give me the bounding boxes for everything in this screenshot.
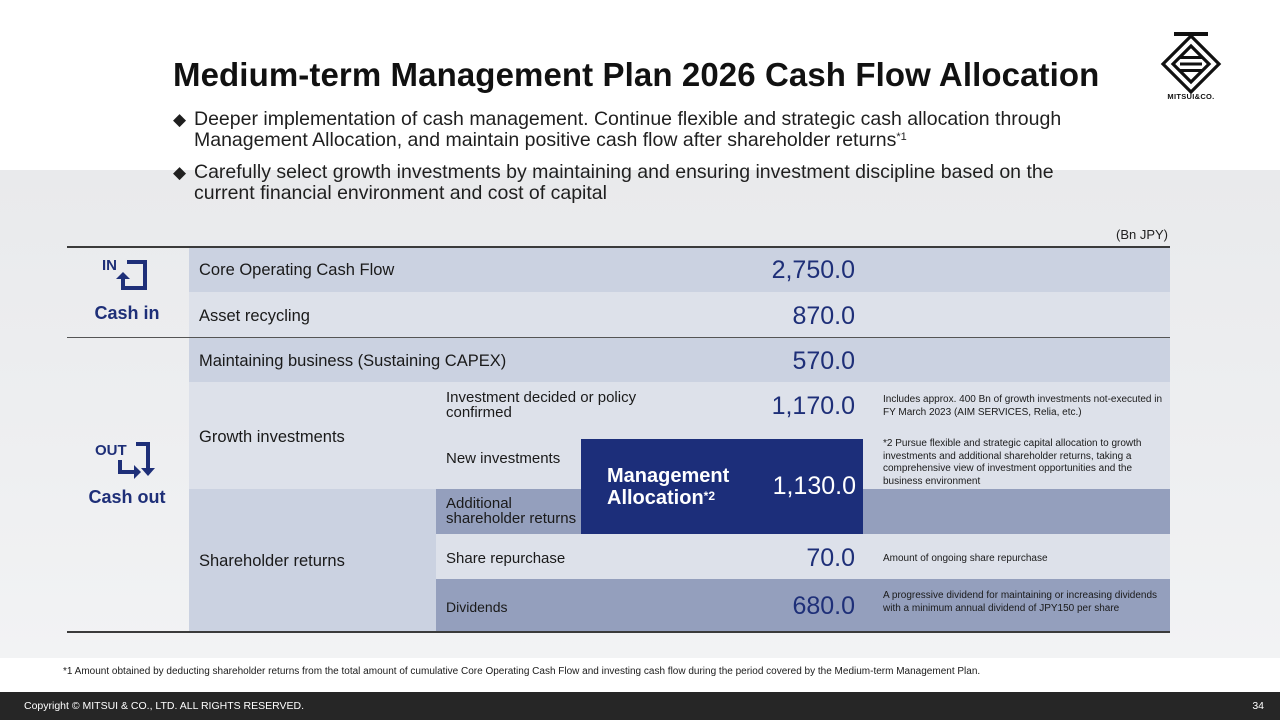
new-investments-label: New investments (446, 450, 561, 467)
footnote-marker: *2 (703, 489, 716, 503)
share-repurchase-note: Amount of ongoing share repurchase (883, 553, 1048, 564)
copyright: Copyright © MITSUI & CO., LTD. ALL RIGHT… (24, 700, 305, 712)
table-bottom-rule (67, 631, 1170, 633)
management-allocation-label: Management Allocation*2 (607, 465, 730, 509)
additional-returns-label: Additional shareholder returns (446, 495, 577, 527)
dividends-note: A progressive dividend for maintaining o… (883, 590, 1158, 614)
asset-recycling-label: Asset recycling (199, 307, 310, 325)
diamond-bullet-icon: ◆ (173, 163, 187, 182)
share-repurchase-value: 70.0 (806, 544, 855, 572)
footnote: *1 Amount obtained by deducting sharehol… (63, 666, 981, 677)
page-title: Medium-term Management Plan 2026 Cash Fl… (173, 56, 1100, 93)
investment-decided-note: Includes approx. 400 Bn of growth invest… (883, 394, 1163, 418)
footnote-marker: *1 (896, 131, 907, 143)
maintaining-business-value: 570.0 (792, 347, 855, 375)
core-operating-value: 2,750.0 (771, 256, 855, 284)
cash-in-icon: IN (102, 257, 147, 290)
svg-text:OUT: OUT (95, 442, 127, 459)
cash-out-icon: OUT (95, 442, 155, 479)
dividends-value: 680.0 (792, 592, 855, 620)
unit-label: (Bn JPY) (1115, 227, 1168, 242)
investment-decided-label: Investment decided or policy confirmed (446, 389, 637, 421)
diamond-bullet-icon: ◆ (173, 110, 187, 129)
core-operating-label: Core Operating Cash Flow (199, 261, 395, 279)
bullet-text: Carefully select growth investments by m… (194, 161, 1054, 204)
growth-investments-label: Growth investments (199, 428, 345, 446)
table-top-rule (67, 246, 1170, 248)
bullet-text: Deeper implementation of cash management… (194, 108, 1062, 151)
asset-recycling-value: 870.0 (792, 302, 855, 330)
investment-decided-value: 1,170.0 (771, 392, 855, 420)
shareholder-returns-label: Shareholder returns (199, 552, 345, 570)
logo-caption: MITSUI&CO. (1167, 92, 1215, 101)
maintaining-business-label: Maintaining business (Sustaining CAPEX) (199, 352, 507, 370)
management-allocation-value: 1,130.0 (772, 472, 856, 500)
table-divider-rule (67, 337, 1170, 338)
share-repurchase-label: Share repurchase (446, 550, 566, 567)
dividends-label: Dividends (446, 599, 508, 615)
cash-out-label: Cash out (88, 487, 166, 507)
page-number: 34 (1252, 700, 1264, 712)
cash-in-label: Cash in (94, 303, 160, 323)
svg-text:IN: IN (102, 257, 117, 274)
management-allocation-note: *2 Pursue flexible and strategic capital… (883, 438, 1142, 487)
row-asset-recycling-band (189, 292, 1170, 337)
